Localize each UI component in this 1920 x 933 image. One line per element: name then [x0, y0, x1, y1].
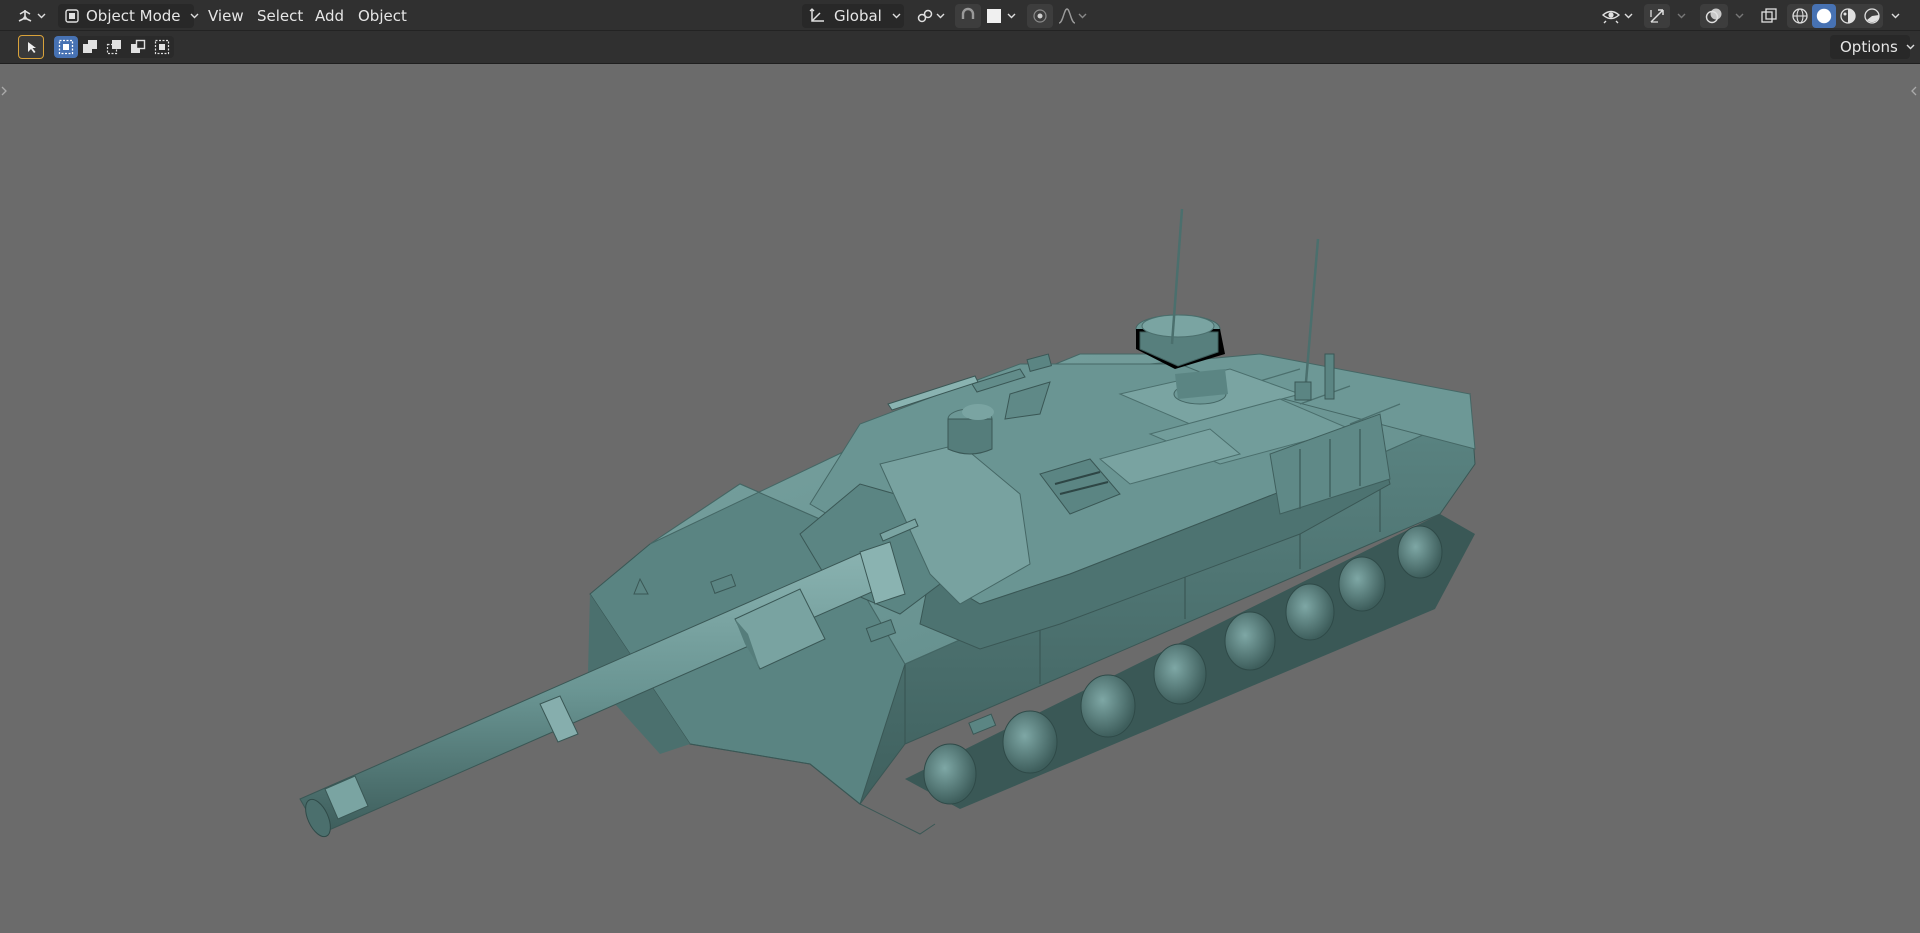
snap-target-button[interactable]: [982, 4, 1020, 28]
object-visibility-button[interactable]: [1598, 4, 1636, 28]
mode-selector[interactable]: Object Mode: [58, 4, 198, 28]
viewport-header: Object Mode View Select Add Object Globa…: [0, 0, 1920, 31]
rendered-shading-button[interactable]: [1860, 4, 1884, 28]
gizmo-icon: [1648, 7, 1666, 25]
options-dropdown[interactable]: Options: [1830, 35, 1915, 59]
chevron-down-icon: [1677, 13, 1686, 19]
select-subtract-button[interactable]: [102, 36, 126, 58]
tank-model[interactable]: [0, 64, 1920, 933]
solid-shading-icon: [1815, 7, 1833, 25]
select-new-button[interactable]: [54, 36, 78, 58]
chevron-down-icon: [1078, 13, 1087, 19]
chevron-down-icon: [1891, 13, 1900, 19]
pivot-point-button[interactable]: [912, 4, 948, 28]
menu-object[interactable]: Object: [352, 4, 413, 28]
wireframe-shading-button[interactable]: [1788, 4, 1812, 28]
chevron-down-icon: [936, 13, 945, 19]
snap-magnet-icon: [959, 7, 977, 25]
editor-type-button[interactable]: [12, 4, 50, 28]
falloff-curve-icon: [1058, 7, 1076, 25]
chevron-down-icon: [1624, 13, 1633, 19]
chevron-down-icon: [892, 13, 901, 19]
overlays-dropdown[interactable]: [1730, 4, 1748, 28]
wireframe-shading-icon: [1791, 7, 1809, 25]
transform-orientation-selector[interactable]: Global: [802, 4, 904, 28]
proportional-editing-icon: [1031, 7, 1049, 25]
select-intersect-icon: [154, 39, 170, 55]
menu-select[interactable]: Select: [251, 4, 309, 28]
tool-settings-bar: Options: [0, 31, 1920, 64]
transform-orientation-label: Global: [834, 7, 882, 25]
material-preview-icon: [1839, 7, 1857, 25]
chevron-down-icon: [190, 13, 199, 19]
snap-toggle[interactable]: [955, 4, 981, 28]
gizmo-dropdown[interactable]: [1672, 4, 1690, 28]
overlay-icon: [1705, 7, 1723, 25]
menu-add[interactable]: Add: [309, 4, 350, 28]
object-mode-icon: [64, 8, 80, 24]
editor-type-3d-viewport-icon: [16, 8, 34, 24]
select-extend-button[interactable]: [78, 36, 102, 58]
chevron-down-icon: [1906, 44, 1915, 50]
solid-shading-button[interactable]: [1812, 4, 1836, 28]
snap-increment-icon: [986, 8, 1002, 24]
overlays-toggle[interactable]: [1700, 4, 1728, 28]
select-invert-icon: [130, 39, 146, 55]
material-preview-button[interactable]: [1836, 4, 1860, 28]
select-invert-button[interactable]: [126, 36, 150, 58]
options-label: Options: [1840, 38, 1898, 56]
select-extend-icon: [82, 39, 98, 55]
transform-orientation-icon: [808, 7, 826, 25]
active-tool-button[interactable]: [18, 35, 44, 59]
shading-dropdown[interactable]: [1886, 4, 1904, 28]
object-visibility-icon: [1601, 8, 1621, 24]
mode-selector-label: Object Mode: [86, 7, 181, 25]
xray-icon: [1760, 7, 1778, 25]
select-box-tool-icon: [23, 39, 39, 55]
chevron-down-icon: [1007, 13, 1016, 19]
proportional-editing-toggle[interactable]: [1027, 4, 1053, 28]
rendered-shading-icon: [1863, 7, 1881, 25]
select-new-icon: [58, 39, 74, 55]
chevron-down-icon: [37, 13, 46, 19]
chevron-down-icon: [1735, 13, 1744, 19]
xray-toggle[interactable]: [1756, 4, 1782, 28]
falloff-button[interactable]: [1055, 4, 1089, 28]
3d-viewport[interactable]: [0, 64, 1920, 933]
gizmo-toggle[interactable]: [1644, 4, 1670, 28]
menu-view[interactable]: View: [202, 4, 250, 28]
select-subtract-icon: [106, 39, 122, 55]
pivot-point-icon: [916, 7, 934, 25]
select-intersect-button[interactable]: [150, 36, 174, 58]
